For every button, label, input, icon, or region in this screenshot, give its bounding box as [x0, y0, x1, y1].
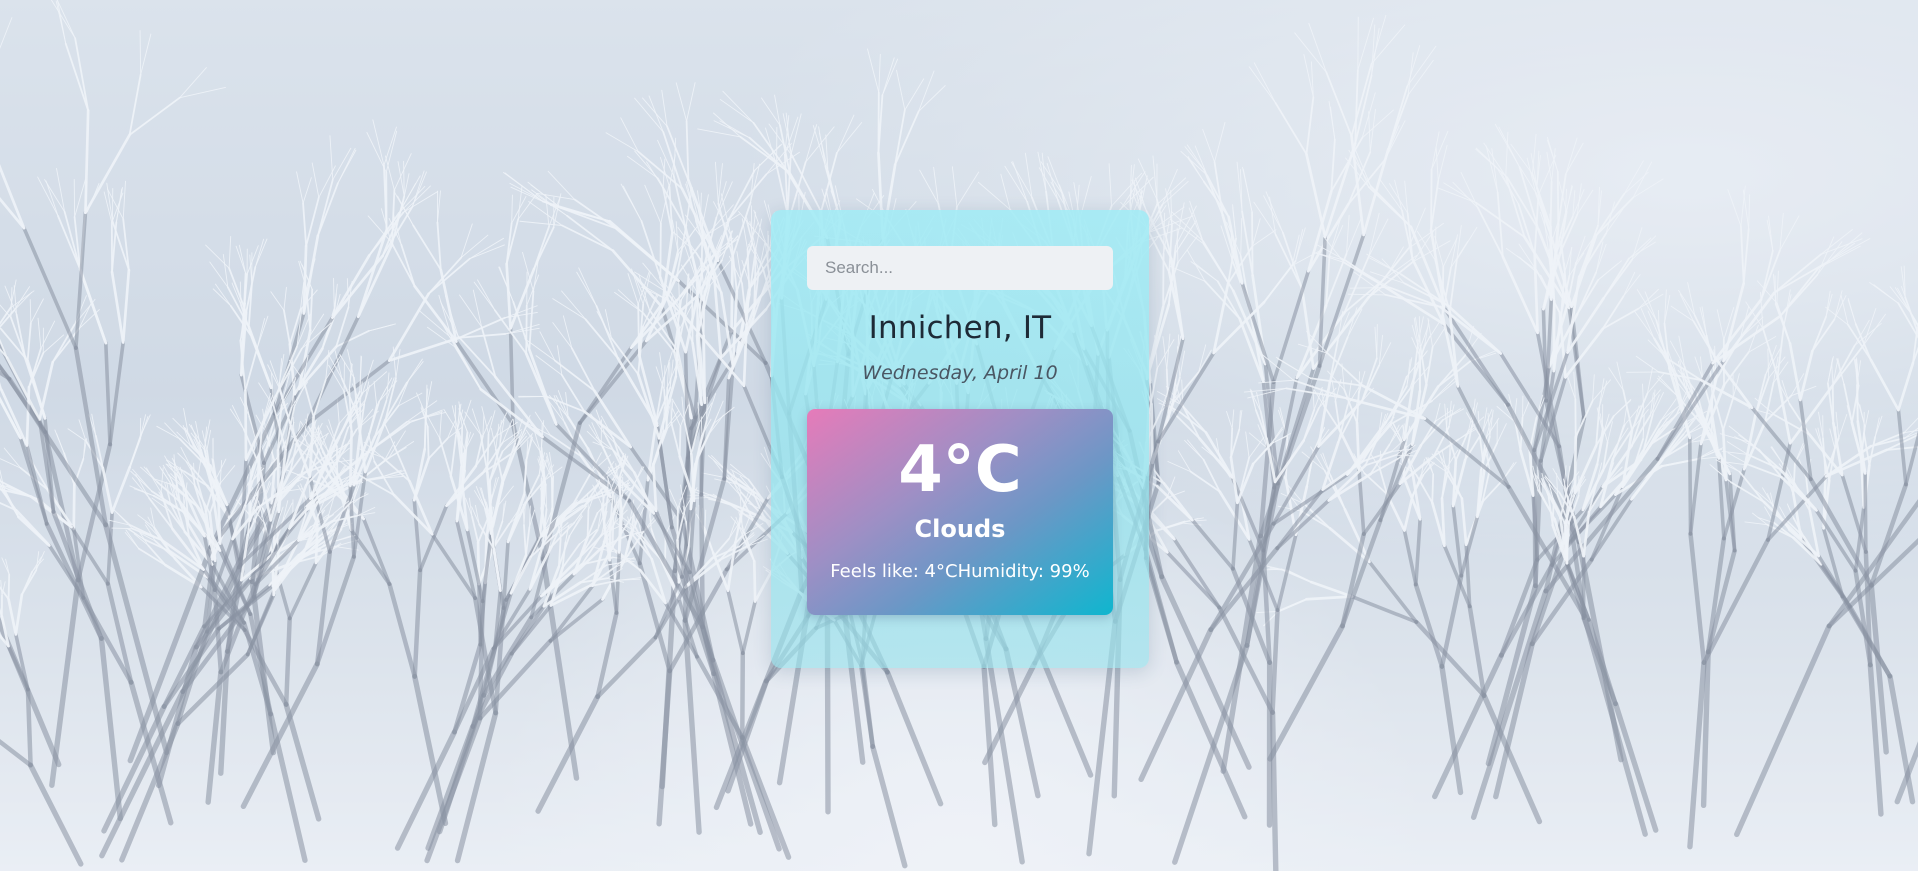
search-input[interactable]: [807, 246, 1113, 290]
weather-card: Innichen, IT Wednesday, April 10 4°C Clo…: [771, 210, 1149, 668]
city-name: Innichen, IT: [868, 310, 1052, 346]
weather-details: Feels like: 4°CHumidity: 99%: [807, 561, 1113, 582]
weather-summary-panel: 4°C Clouds Feels like: 4°CHumidity: 99%: [807, 409, 1113, 615]
humidity-value: Humidity: 99%: [957, 561, 1090, 582]
current-date: Wednesday, April 10: [862, 362, 1058, 384]
weather-condition: Clouds: [914, 515, 1006, 543]
feels-like-value: Feels like: 4°C: [830, 561, 958, 582]
temperature-value: 4°C: [898, 433, 1022, 507]
